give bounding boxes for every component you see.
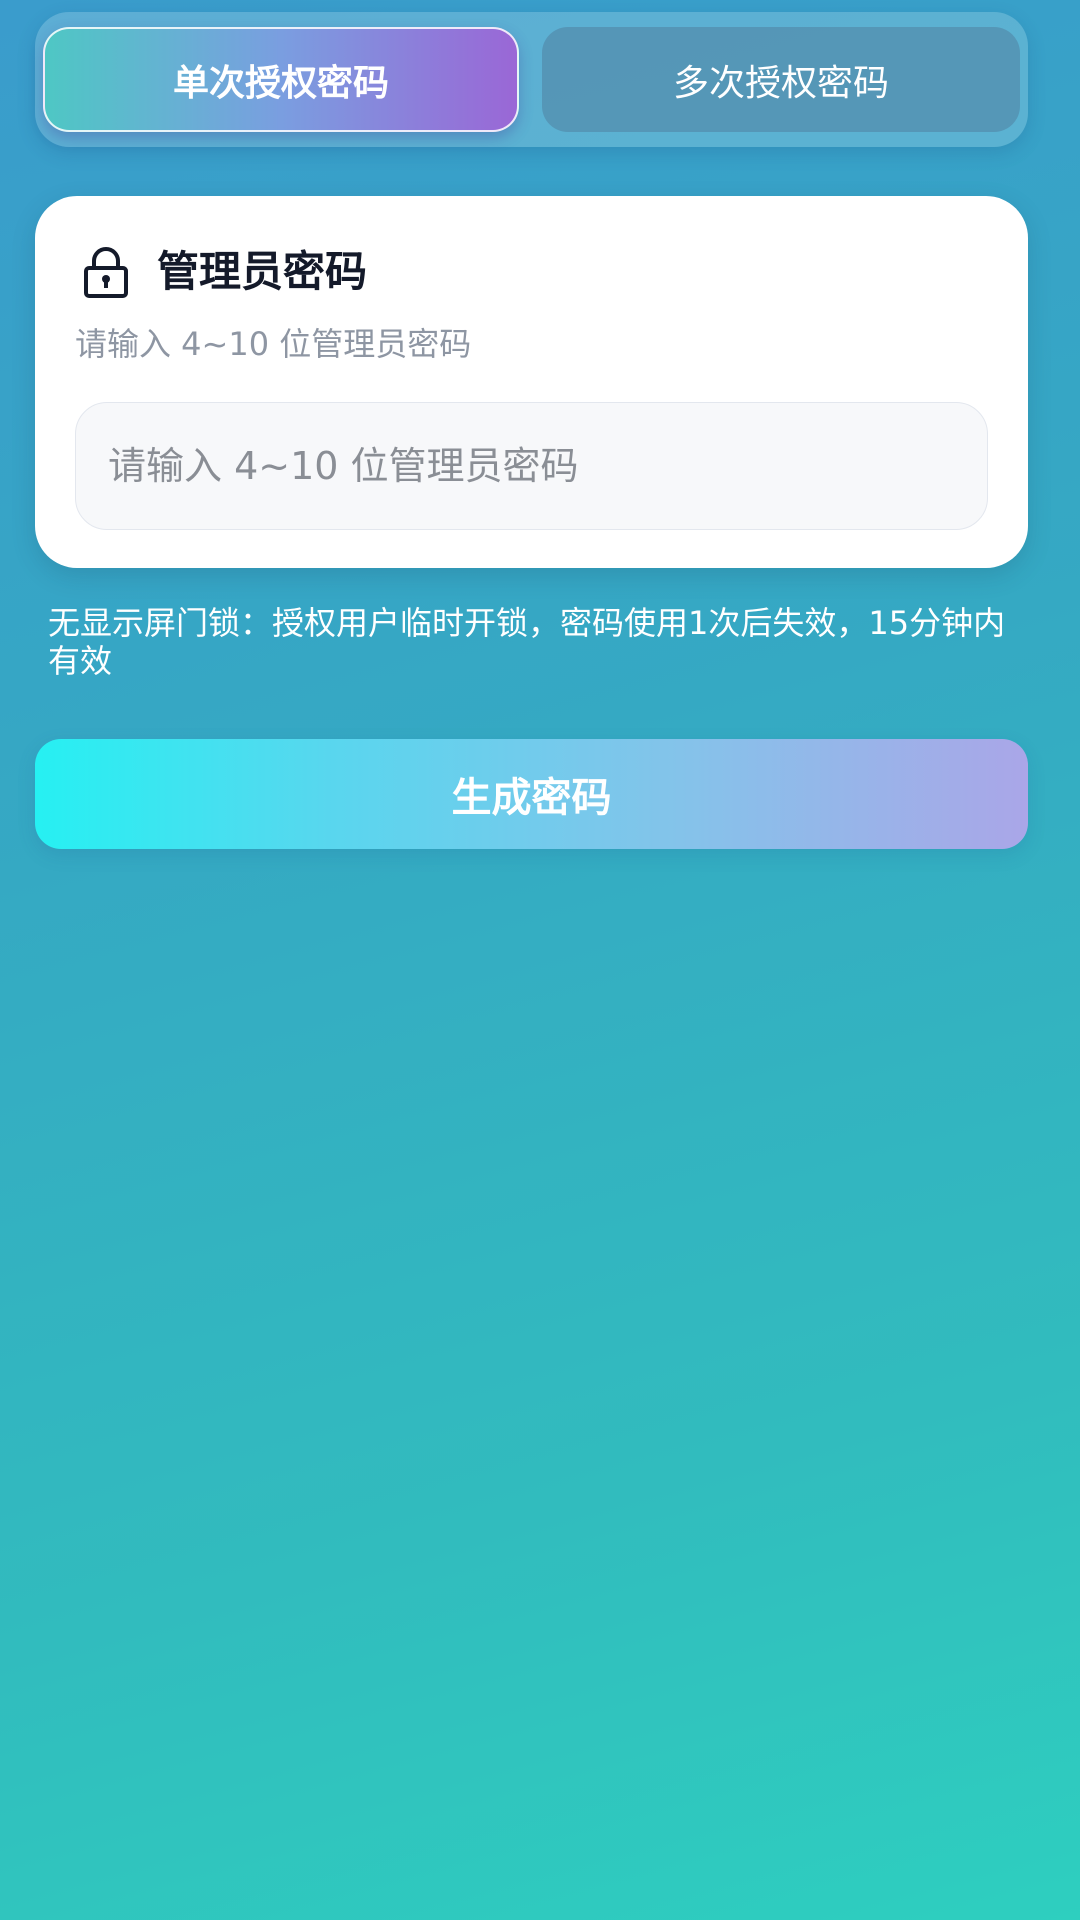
lock-icon <box>83 246 129 298</box>
card-title: 管理员密码 <box>157 247 368 296</box>
admin-password-input[interactable] <box>75 402 988 530</box>
generate-password-button[interactable]: 生成密码 <box>35 739 1028 849</box>
admin-password-card: 管理员密码 请输入 4~10 位管理员密码 <box>35 196 1028 568</box>
tab-single-auth[interactable]: 单次授权密码 <box>43 27 519 132</box>
usage-note: 无显示屏门锁：授权用户临时开锁，密码使用1次后失效，15分钟内有效 <box>48 604 1006 680</box>
auth-mode-tabs: 单次授权密码 多次授权密码 <box>35 12 1028 147</box>
tab-multi-auth[interactable]: 多次授权密码 <box>542 27 1020 132</box>
card-subtitle: 请输入 4~10 位管理员密码 <box>75 325 472 363</box>
